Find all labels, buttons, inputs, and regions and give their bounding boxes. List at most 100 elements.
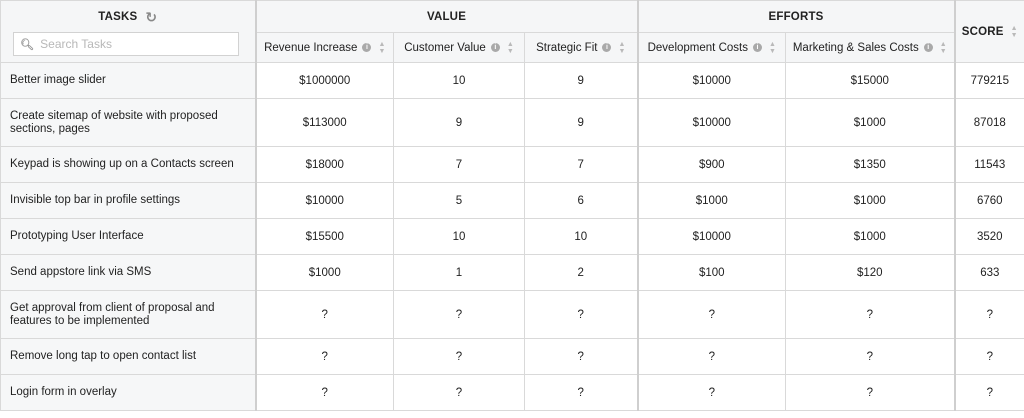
score-header[interactable]: SCORE ▲ ▼ (953, 0, 1024, 63)
search-input[interactable] (38, 36, 238, 52)
mkt-costs-cell[interactable]: $120 (785, 254, 956, 291)
mkt-costs-cell[interactable]: $1000 (785, 182, 956, 219)
strategic-fit-cell[interactable]: ? (523, 338, 639, 375)
revenue-cell[interactable]: $18000 (254, 146, 394, 183)
mkt-costs-cell[interactable]: ? (785, 290, 956, 339)
sort-icon[interactable]: ▲ ▼ (618, 41, 625, 55)
strategic-fit-cell[interactable]: 6 (523, 182, 639, 219)
strategic-fit-cell[interactable]: ? (523, 374, 639, 411)
dev-costs-cell[interactable]: ? (636, 290, 787, 339)
search-box[interactable]: 🔍︎ (13, 32, 239, 56)
strategic-fit-cell[interactable]: 10 (523, 218, 639, 255)
tasks-label: TASKS (98, 11, 138, 23)
task-name[interactable]: Better image slider (0, 62, 256, 99)
column-strategic-fit[interactable]: Strategic Fit i ▲ ▼ (523, 32, 639, 63)
strategic-fit-cell[interactable]: 7 (523, 146, 639, 183)
task-name[interactable]: Invisible top bar in profile settings (0, 182, 256, 219)
sort-icon[interactable]: ▲ ▼ (940, 41, 947, 55)
column-development-costs[interactable]: Development Costs i ▲ ▼ (636, 32, 787, 63)
score-cell: ? (953, 374, 1024, 411)
revenue-cell[interactable]: $1000000 (254, 62, 394, 99)
score-cell: ? (953, 290, 1024, 339)
dev-costs-cell[interactable]: $1000 (636, 182, 787, 219)
dev-costs-cell[interactable]: $10000 (636, 62, 787, 99)
table-row[interactable]: Create sitemap of website with proposed … (0, 98, 1024, 147)
strategic-fit-cell[interactable]: ? (523, 290, 639, 339)
task-name[interactable]: Login form in overlay (0, 374, 256, 411)
revenue-cell[interactable]: ? (254, 290, 394, 339)
strategic-fit-cell[interactable]: 2 (523, 254, 639, 291)
score-cell: ? (953, 338, 1024, 375)
dev-costs-cell[interactable]: $10000 (636, 218, 787, 255)
customer-value-cell[interactable]: ? (393, 374, 525, 411)
score-label: SCORE (961, 25, 1004, 38)
dev-costs-cell[interactable]: $100 (636, 254, 787, 291)
search-icon: 🔍︎ (20, 38, 35, 51)
revenue-cell[interactable]: $113000 (254, 98, 394, 147)
strategic-fit-cell[interactable]: 9 (523, 62, 639, 99)
info-icon[interactable]: i (923, 43, 933, 52)
mkt-costs-cell[interactable]: $1000 (785, 218, 956, 255)
value-group-header: VALUE (254, 0, 639, 33)
score-cell: 6760 (953, 182, 1024, 219)
customer-value-cell[interactable]: 10 (393, 218, 525, 255)
mkt-costs-cell[interactable]: $1000 (785, 98, 956, 147)
mkt-costs-cell[interactable]: $1350 (785, 146, 956, 183)
revenue-cell[interactable]: ? (254, 338, 394, 375)
revenue-cell[interactable]: ? (254, 374, 394, 411)
info-icon[interactable]: i (602, 43, 612, 52)
info-icon[interactable]: i (362, 43, 372, 52)
customer-value-cell[interactable]: ? (393, 290, 525, 339)
dev-costs-cell[interactable]: ? (636, 338, 787, 375)
table-row[interactable]: Send appstore link via SMS $1000 1 2 $10… (0, 254, 1024, 291)
revenue-cell[interactable]: $10000 (254, 182, 394, 219)
column-label: Customer Value (404, 41, 486, 54)
sort-icon[interactable]: ▲ ▼ (769, 41, 776, 55)
sort-icon[interactable]: ▲ ▼ (378, 41, 385, 55)
efforts-group-header: EFFORTS (636, 0, 956, 33)
info-icon[interactable]: i (752, 43, 762, 52)
customer-value-cell[interactable]: 1 (393, 254, 525, 291)
customer-value-cell[interactable]: 5 (393, 182, 525, 219)
task-name[interactable]: Send appstore link via SMS (0, 254, 256, 291)
mkt-costs-cell[interactable]: $15000 (785, 62, 956, 99)
column-revenue-increase[interactable]: Revenue Increase i ▲ ▼ (254, 32, 394, 63)
task-name[interactable]: Prototyping User Interface (0, 218, 256, 255)
customer-value-cell[interactable]: 7 (393, 146, 525, 183)
sort-icon[interactable]: ▲ ▼ (507, 41, 514, 55)
mkt-costs-cell[interactable]: ? (785, 338, 956, 375)
mkt-costs-cell[interactable]: ? (785, 374, 956, 411)
customer-value-cell[interactable]: ? (393, 338, 525, 375)
column-label: Strategic Fit (536, 41, 598, 54)
sort-icon[interactable]: ▲ ▼ (1011, 25, 1018, 39)
score-cell: 633 (953, 254, 1024, 291)
customer-value-cell[interactable]: 9 (393, 98, 525, 147)
table-row[interactable]: Keypad is showing up on a Contacts scree… (0, 146, 1024, 183)
refresh-icon[interactable]: ↻ (145, 10, 157, 24)
dev-costs-cell[interactable]: $900 (636, 146, 787, 183)
dev-costs-cell[interactable]: ? (636, 374, 787, 411)
score-cell: 3520 (953, 218, 1024, 255)
tasks-header: TASKS ↻ 🔍︎ (0, 0, 256, 63)
column-marketing-sales-costs[interactable]: Marketing & Sales Costs i ▲ ▼ (785, 32, 956, 63)
column-label: Revenue Increase (264, 41, 358, 54)
table-row[interactable]: Get approval from client of proposal and… (0, 290, 1024, 339)
column-customer-value[interactable]: Customer Value i ▲ ▼ (393, 32, 525, 63)
table-row[interactable]: Invisible top bar in profile settings $1… (0, 182, 1024, 219)
task-name[interactable]: Keypad is showing up on a Contacts scree… (0, 146, 256, 183)
dev-costs-cell[interactable]: $10000 (636, 98, 787, 147)
revenue-cell[interactable]: $15500 (254, 218, 394, 255)
table-row[interactable]: Login form in overlay ? ? ? ? ? ? (0, 374, 1024, 411)
customer-value-cell[interactable]: 10 (393, 62, 525, 99)
score-cell: 87018 (953, 98, 1024, 147)
revenue-cell[interactable]: $1000 (254, 254, 394, 291)
task-name[interactable]: Create sitemap of website with proposed … (0, 98, 256, 147)
table-row[interactable]: Better image slider $1000000 10 9 $10000… (0, 62, 1024, 99)
column-label: Marketing & Sales Costs (792, 41, 919, 54)
table-row[interactable]: Prototyping User Interface $15500 10 10 … (0, 218, 1024, 255)
strategic-fit-cell[interactable]: 9 (523, 98, 639, 147)
task-name[interactable]: Get approval from client of proposal and… (0, 290, 256, 339)
table-row[interactable]: Remove long tap to open contact list ? ?… (0, 338, 1024, 375)
task-name[interactable]: Remove long tap to open contact list (0, 338, 256, 375)
info-icon[interactable]: i (490, 43, 500, 52)
